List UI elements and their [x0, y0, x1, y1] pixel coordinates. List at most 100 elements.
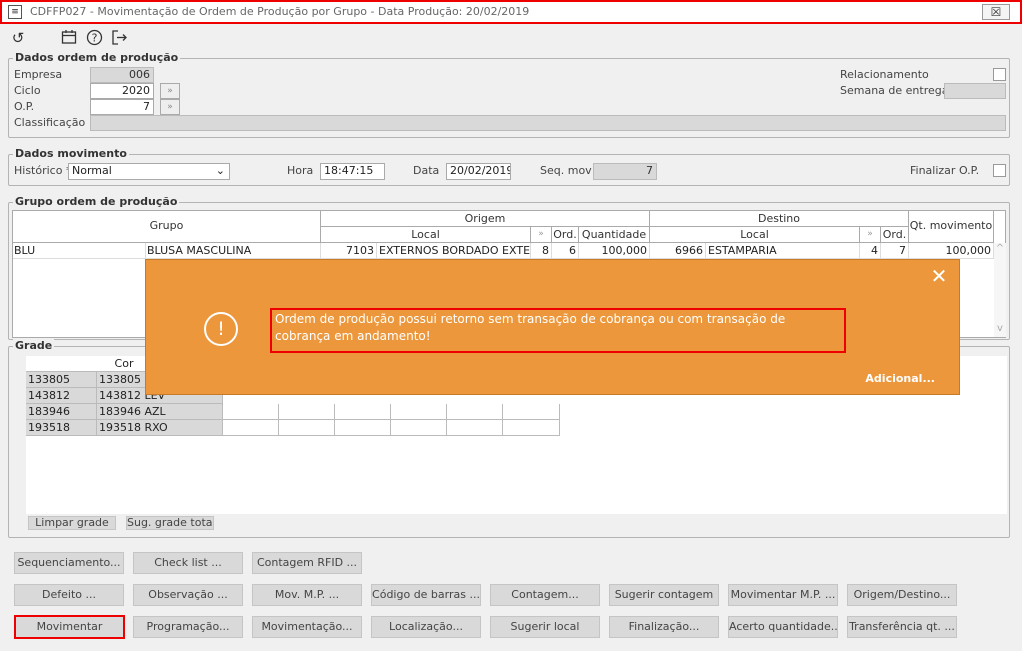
grade-qty-cell[interactable] — [279, 420, 335, 436]
grade-qty-cell[interactable] — [391, 420, 447, 436]
grade-cor-desc: 193518 RXO — [97, 420, 223, 436]
relacionamento-label: Relacionamento — [840, 68, 929, 81]
finalizar-op-label: Finalizar O.P. — [910, 164, 980, 177]
op-field[interactable]: 7 — [90, 99, 154, 115]
table-scrollbar[interactable]: ^ v — [994, 243, 1006, 337]
programacao-button[interactable]: Programação... — [133, 616, 243, 638]
adicional-link[interactable]: Adicional... — [865, 372, 935, 385]
contagem-button[interactable]: Contagem... — [490, 584, 600, 606]
movimentacao-button[interactable]: Movimentação... — [252, 616, 362, 638]
sequenciamento-button[interactable]: Sequenciamento... — [14, 552, 124, 574]
table-row[interactable]: BLU BLUSA MASCULINA 7103 EXTERNOS BORDAD… — [13, 243, 994, 259]
relacionamento-checkbox[interactable] — [993, 68, 1006, 81]
col-header-destino-local: Local — [650, 227, 860, 243]
grade-cor-code: 133805 — [26, 372, 97, 388]
origem-sort-icon[interactable]: » — [531, 227, 552, 243]
destino-sort-icon[interactable]: » — [860, 227, 881, 243]
close-icon[interactable]: ✕ — [929, 265, 949, 287]
scroll-up-icon[interactable]: ^ — [994, 243, 1006, 254]
info-icon: ! — [204, 312, 238, 346]
grupo-desc-cell: BLUSA MASCULINA — [147, 243, 321, 258]
window-title: CDFFP027 - Movimentação de Ordem de Prod… — [30, 5, 530, 18]
ciclo-field[interactable]: 2020 — [90, 83, 154, 99]
origem-ord-cell: 6 — [552, 243, 579, 258]
mov-mp-button[interactable]: Mov. M.P. ... — [252, 584, 362, 606]
origem-local-cell: EXTERNOS BORDADO EXTERN — [379, 243, 531, 258]
chevron-down-icon: ⌄ — [215, 164, 225, 177]
grade-cor-code: 143812 — [26, 388, 97, 404]
destino-local-cell: ESTAMPARIA — [706, 243, 860, 258]
dados-ordem-legend: Dados ordem de produção — [13, 51, 181, 64]
semana-entrega-label: Semana de entrega — [840, 84, 949, 97]
sugerir-local-button[interactable]: Sugerir local — [490, 616, 600, 638]
col-header-destino: Destino — [650, 211, 909, 227]
finalizacao-button[interactable]: Finalização... — [609, 616, 719, 638]
grade-legend: Grade — [13, 339, 55, 352]
data-label: Data — [413, 164, 440, 177]
grade-qty-cell[interactable] — [447, 404, 503, 420]
grade-qty-cell[interactable] — [503, 404, 560, 420]
col-header-origem-ord: Ord. — [552, 227, 579, 243]
movimentar-mp-button[interactable]: Movimentar M.P. ... — [728, 584, 838, 606]
sugerir-contagem-button[interactable]: Sugerir contagem — [609, 584, 719, 606]
finalizar-op-checkbox[interactable] — [993, 164, 1006, 177]
window-close-button[interactable]: ☒ — [982, 4, 1010, 20]
codigo-barras-button[interactable]: Código de barras ... — [371, 584, 481, 606]
col-header-destino-ord: Ord. — [881, 227, 909, 243]
calendar-icon[interactable] — [60, 29, 78, 47]
grade-qty-cell[interactable] — [279, 404, 335, 420]
sugerir-grade-total-button[interactable]: Sug. grade total — [126, 516, 214, 530]
help-icon[interactable]: ? — [85, 29, 103, 47]
qt-movimento-cell: 100,000 — [909, 243, 994, 258]
grade-qty-cell[interactable] — [223, 420, 279, 436]
seq-mov-field: 7 — [593, 163, 657, 180]
historico-select[interactable]: Normal ⌄ — [68, 163, 230, 180]
transferencia-qt-button[interactable]: Transferência qt. ... — [847, 616, 957, 638]
ciclo-lookup-button[interactable]: » — [160, 83, 180, 99]
contagem-rfid-button[interactable]: Contagem RFID ... — [252, 552, 362, 574]
check-list-button[interactable]: Check list ... — [133, 552, 243, 574]
defeito-button[interactable]: Defeito ... — [14, 584, 124, 606]
grade-cor-code: 193518 — [26, 420, 97, 436]
scroll-down-icon[interactable]: v — [994, 323, 1006, 334]
grade-row: 193518 193518 RXO — [26, 420, 560, 436]
observacao-button[interactable]: Observação ... — [133, 584, 243, 606]
grade-cor-desc: 183946 AZL — [97, 404, 223, 420]
grade-qty-cell[interactable] — [503, 420, 560, 436]
movimentar-button[interactable]: Movimentar — [14, 615, 125, 639]
op-lookup-button[interactable]: » — [160, 99, 180, 115]
acerto-quantidade-button[interactable]: Acerto quantidade... — [728, 616, 838, 638]
refresh-icon[interactable]: ↺ — [9, 29, 27, 47]
data-field[interactable]: 20/02/2019 — [446, 163, 511, 180]
dados-movimento-legend: Dados movimento — [13, 147, 129, 160]
destino-code-cell: 6966 — [650, 243, 706, 258]
classificacao-label: Classificação — [14, 116, 86, 129]
exit-icon[interactable] — [110, 29, 128, 47]
hora-field[interactable]: 18:47:15 — [320, 163, 385, 180]
grade-cor-code: 183946 — [26, 404, 97, 420]
grade-qty-cell[interactable] — [447, 420, 503, 436]
hora-label: Hora — [287, 164, 314, 177]
grupo-ordem-legend: Grupo ordem de produção — [13, 195, 180, 208]
quantidade-cell: 100,000 — [579, 243, 650, 258]
grupo-code-cell: BLU — [14, 243, 146, 258]
col-header-qt-movimento: Qt. movimento — [909, 211, 994, 243]
grade-qty-cell[interactable] — [335, 404, 391, 420]
app-document-icon: ≡ — [8, 5, 22, 19]
semana-entrega-field — [944, 83, 1006, 99]
col-header-grupo: Grupo — [13, 211, 321, 243]
limpar-grade-button[interactable]: Limpar grade — [28, 516, 116, 530]
grade-qty-cell[interactable] — [335, 420, 391, 436]
origem-destino-button[interactable]: Origem/Destino... — [847, 584, 957, 606]
historico-value: Normal — [72, 164, 112, 177]
seq-mov-label: Seq. mov — [540, 164, 592, 177]
warning-toast: ✕ ! Ordem de produção possui retorno sem… — [145, 259, 960, 395]
svg-text:?: ? — [91, 32, 97, 45]
grade-qty-cell[interactable] — [391, 404, 447, 420]
localizacao-button[interactable]: Localização... — [371, 616, 481, 638]
origem-code-cell: 7103 — [321, 243, 377, 258]
grade-row: 183946 183946 AZL — [26, 404, 560, 420]
grade-qty-cell[interactable] — [223, 404, 279, 420]
destino-ord-cell: 7 — [881, 243, 909, 258]
window-titlebar: ≡ CDFFP027 - Movimentação de Ordem de Pr… — [0, 0, 1022, 24]
